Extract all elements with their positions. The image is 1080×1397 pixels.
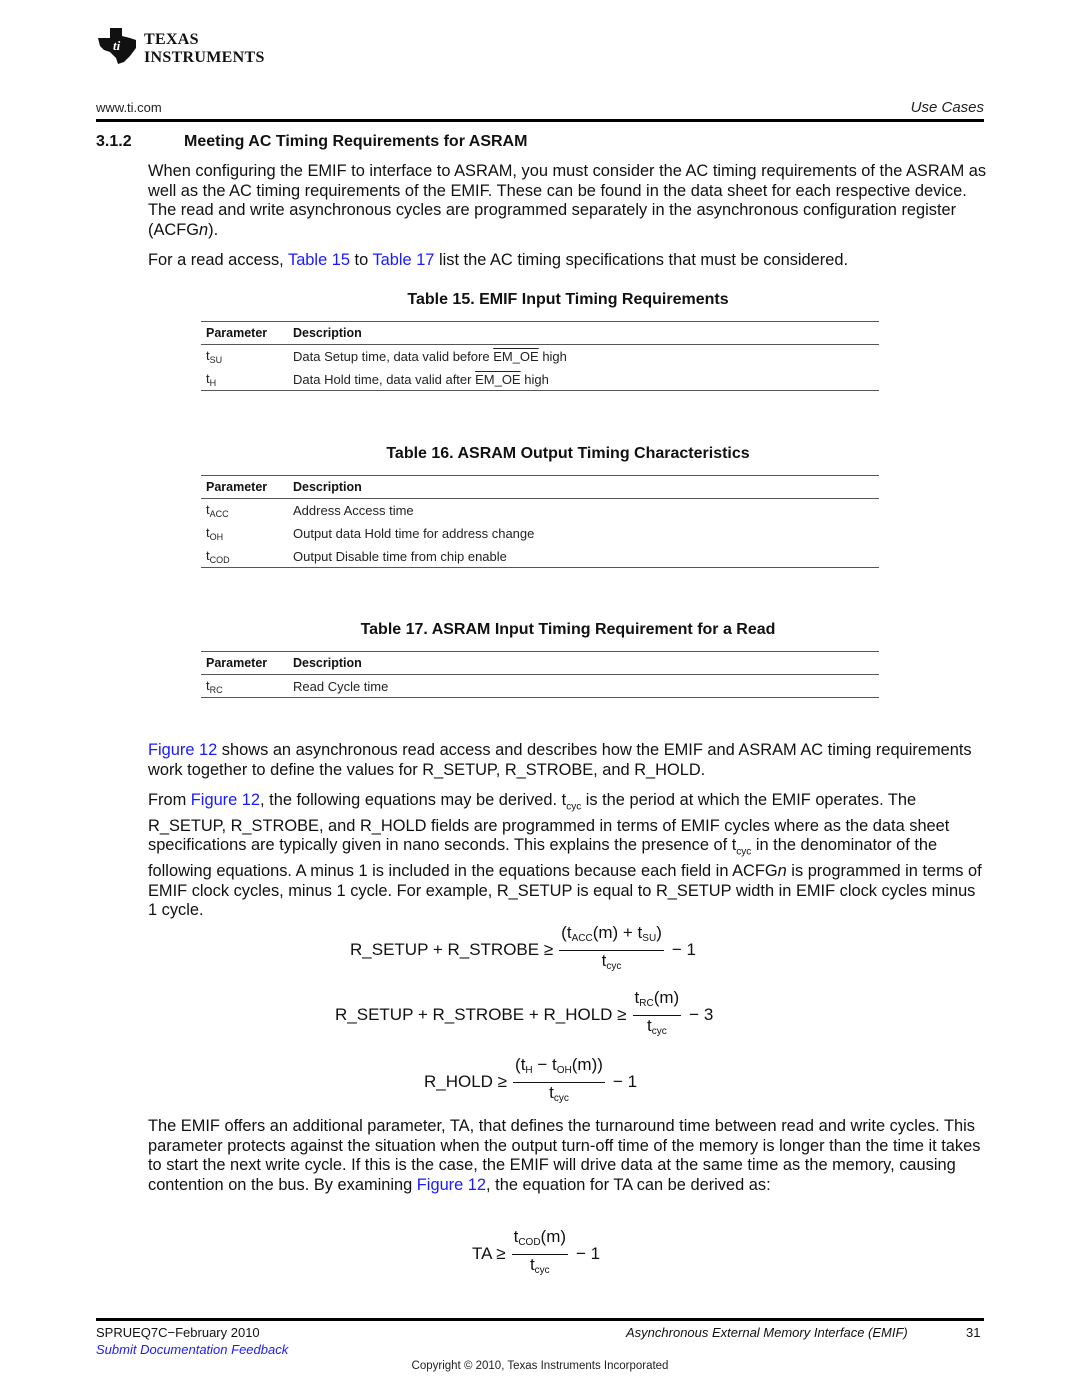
copyright: Copyright © 2010, Texas Instruments Inco… (411, 1360, 669, 1372)
desc-cell: Output Disable time from chip enable (293, 548, 507, 564)
table-17: Parameter Description tRC Read Cycle tim… (201, 651, 879, 698)
text: shows an asynchronous read access and de… (148, 741, 972, 779)
param-cell: tACC (206, 502, 229, 519)
website-url[interactable]: www.ti.com (96, 100, 162, 115)
param-cell: tRC (206, 677, 223, 695)
intro-paragraph: When configuring the EMIF to interface t… (148, 162, 988, 240)
table-16: Parameter Description tACC Address Acces… (201, 475, 879, 568)
turnaround-paragraph: The EMIF offers an additional parameter,… (148, 1117, 981, 1194)
feedback-link[interactable]: Submit Documentation Feedback (96, 1342, 288, 1357)
eq-tail: − 3 (689, 1005, 714, 1024)
intro-end: ). (208, 220, 219, 239)
table-header-row: Parameter Description (201, 322, 879, 345)
desc-cell: Read Cycle time (293, 678, 389, 694)
table-row: tACC Address Access time (201, 499, 879, 522)
table-15-link[interactable]: Table 15 (288, 251, 350, 269)
read-access-paragraph: For a read access, Table 15 to Table 17 … (148, 251, 988, 271)
equation-setup-strobe-hold: R_SETUP + R_STROBE + R_HOLD ≥ tRC(m) tcy… (335, 989, 713, 1041)
desc-cell: Data Hold time, data valid after EM_OE h… (293, 371, 549, 387)
header-rule (96, 119, 984, 122)
texas-state-logo-icon: ti (98, 28, 136, 64)
header-parameter: Parameter (206, 656, 268, 670)
eq-lhs: TA ≥ (472, 1244, 506, 1263)
ti-logo: ti Texas Instruments (96, 26, 266, 70)
intro-italic: n (199, 220, 209, 239)
figure-12-link[interactable]: Figure 12 (148, 741, 217, 759)
footer-rule (96, 1318, 984, 1321)
header-parameter: Parameter (206, 326, 268, 340)
eq-fraction: (tH − tOH(m)) tcyc (513, 1055, 605, 1104)
param-cell: tSU (206, 348, 223, 365)
document-title: Asynchronous External Memory Interface (… (626, 1325, 908, 1340)
table-row: tSU Data Setup time, data valid before E… (201, 345, 879, 368)
eq-tail: − 1 (576, 1244, 601, 1263)
table-row: tH Data Hold time, data valid after EM_O… (201, 368, 879, 391)
figure-12-link[interactable]: Figure 12 (417, 1176, 486, 1194)
svg-text:ti: ti (113, 38, 121, 53)
logo-line-1: Texas (144, 31, 199, 48)
section-label: Use Cases (910, 99, 984, 116)
table-row: tRC Read Cycle time (201, 675, 879, 698)
param-cell: tCOD (206, 547, 230, 565)
header-parameter: Parameter (206, 480, 268, 494)
document-id: SPRUEQ7C−February 2010 (96, 1325, 260, 1340)
header-description: Description (293, 326, 362, 340)
table-header-row: Parameter Description (201, 476, 879, 499)
table-15: Parameter Description tSU Data Setup tim… (201, 321, 879, 391)
eq-fraction: tRC(m) tcyc (632, 988, 682, 1037)
figure-12-link[interactable]: Figure 12 (191, 791, 260, 809)
table-17-link[interactable]: Table 17 (372, 251, 434, 269)
equation-hold: R_HOLD ≥ (tH − tOH(m)) tcyc − 1 (424, 1056, 637, 1108)
table-header-row: Parameter Description (201, 652, 879, 675)
figure-12-paragraph: Figure 12 shows an asynchronous read acc… (148, 741, 988, 780)
desc-cell: Output data Hold time for address change (293, 526, 535, 541)
table-15-title: Table 15. EMIF Input Timing Requirements (407, 291, 729, 308)
eq-lhs: R_SETUP + R_STROBE ≥ (350, 940, 554, 959)
param-cell: tOH (206, 525, 224, 542)
desc-cell: Data Setup time, data valid before EM_OE… (293, 349, 567, 364)
section-number: 3.1.2 (96, 133, 132, 150)
table-17-title: Table 17. ASRAM Input Timing Requirement… (360, 621, 776, 638)
eq-tail: − 1 (612, 1072, 638, 1091)
header-description: Description (293, 480, 362, 494)
text: to (349, 251, 373, 269)
eq-lhs: R_HOLD ≥ (424, 1072, 508, 1091)
logo-line-2: Instruments (144, 49, 265, 66)
section-title: Meeting AC Timing Requirements for ASRAM (184, 133, 528, 150)
equation-ta: TA ≥ tCOD(m) tcyc − 1 (472, 1228, 600, 1280)
page-number: 31 (966, 1325, 981, 1340)
eq-lhs: R_SETUP + R_STROBE + R_HOLD ≥ (335, 1005, 627, 1024)
header-description: Description (293, 656, 362, 670)
eq-fraction: tCOD(m) tcyc (511, 1227, 569, 1276)
table-row: tCOD Output Disable time from chip enabl… (201, 545, 879, 568)
param-cell: tH (206, 370, 217, 388)
table-row: tOH Output data Hold time for address ch… (201, 522, 879, 545)
equations-intro-paragraph: From Figure 12, the following equations … (148, 791, 982, 920)
eq-tail: − 1 (671, 940, 696, 959)
equation-setup-strobe: R_SETUP + R_STROBE ≥ (tACC(m) + tSU) tcy… (350, 924, 696, 976)
text: For a read access, (148, 251, 288, 269)
desc-cell: Address Access time (293, 503, 414, 518)
text: list the AC timing specifications that m… (434, 251, 849, 269)
intro-text: When configuring the EMIF to interface t… (148, 162, 987, 239)
table-16-title: Table 16. ASRAM Output Timing Characteri… (386, 445, 750, 462)
eq-fraction: (tACC(m) + tSU) tcyc (559, 923, 664, 972)
section-heading: 3.1.2 Meeting AC Timing Requirements for … (96, 133, 527, 151)
